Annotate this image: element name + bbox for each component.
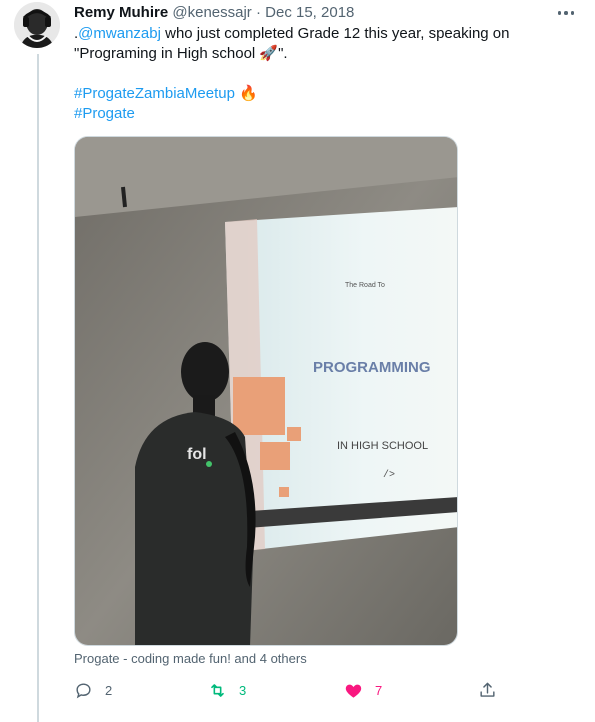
author-handle[interactable]: @kenessajr (172, 4, 251, 21)
hashtag-link-1[interactable]: #ProgateZambiaMeetup (74, 85, 235, 102)
share-button[interactable] (478, 678, 497, 702)
reply-count: 2 (105, 682, 113, 698)
hashtag-link-2[interactable]: #Progate (74, 105, 135, 122)
like-button[interactable]: 7 (344, 678, 382, 702)
retweet-count: 3 (239, 682, 247, 698)
slide-top-text: The Road To (345, 282, 385, 289)
slide-title: PROGRAMMING (313, 359, 431, 376)
retweet-icon (211, 683, 224, 697)
author-name[interactable]: Remy Muhire (74, 4, 168, 21)
avatar[interactable] (14, 2, 60, 48)
tweet-text: .@mwanzabj who just completed Grade 12 t… (74, 24, 574, 124)
like-count: 7 (375, 682, 383, 698)
heart-icon (345, 684, 362, 698)
tweet-header: Remy Muhire @kenessajr · Dec 15, 2018 (74, 3, 354, 23)
reply-icon (76, 682, 91, 698)
tweet-date[interactable]: Dec 15, 2018 (265, 4, 354, 21)
slide-subtitle: IN HIGH SCHOOL (337, 440, 428, 452)
tweet-actions: 2 3 7 (74, 678, 504, 702)
fire-emoji: 🔥 (239, 85, 258, 102)
mention-link[interactable]: @mwanzabj (78, 25, 161, 42)
thread-line (37, 54, 39, 722)
slide-mark: /> (383, 469, 395, 481)
tweet-photo[interactable]: The Road To PROGRAMMING IN HIGH SCHOOL /… (74, 136, 458, 646)
separator: · (255, 4, 261, 21)
tagged-users[interactable]: Progate - coding made fun! and 4 others (74, 651, 307, 666)
text-line1: who just completed Grade 12 this year, s… (160, 25, 510, 42)
text-line2: "Programing in High school 🚀". (74, 45, 288, 62)
share-icon (480, 682, 495, 697)
photo-scene: The Road To PROGRAMMING IN HIGH SCHOOL /… (75, 137, 457, 645)
retweet-button[interactable]: 3 (208, 678, 246, 702)
more-icon[interactable] (555, 4, 577, 22)
reply-button[interactable]: 2 (74, 678, 112, 702)
shirt-text: fol (187, 446, 207, 463)
